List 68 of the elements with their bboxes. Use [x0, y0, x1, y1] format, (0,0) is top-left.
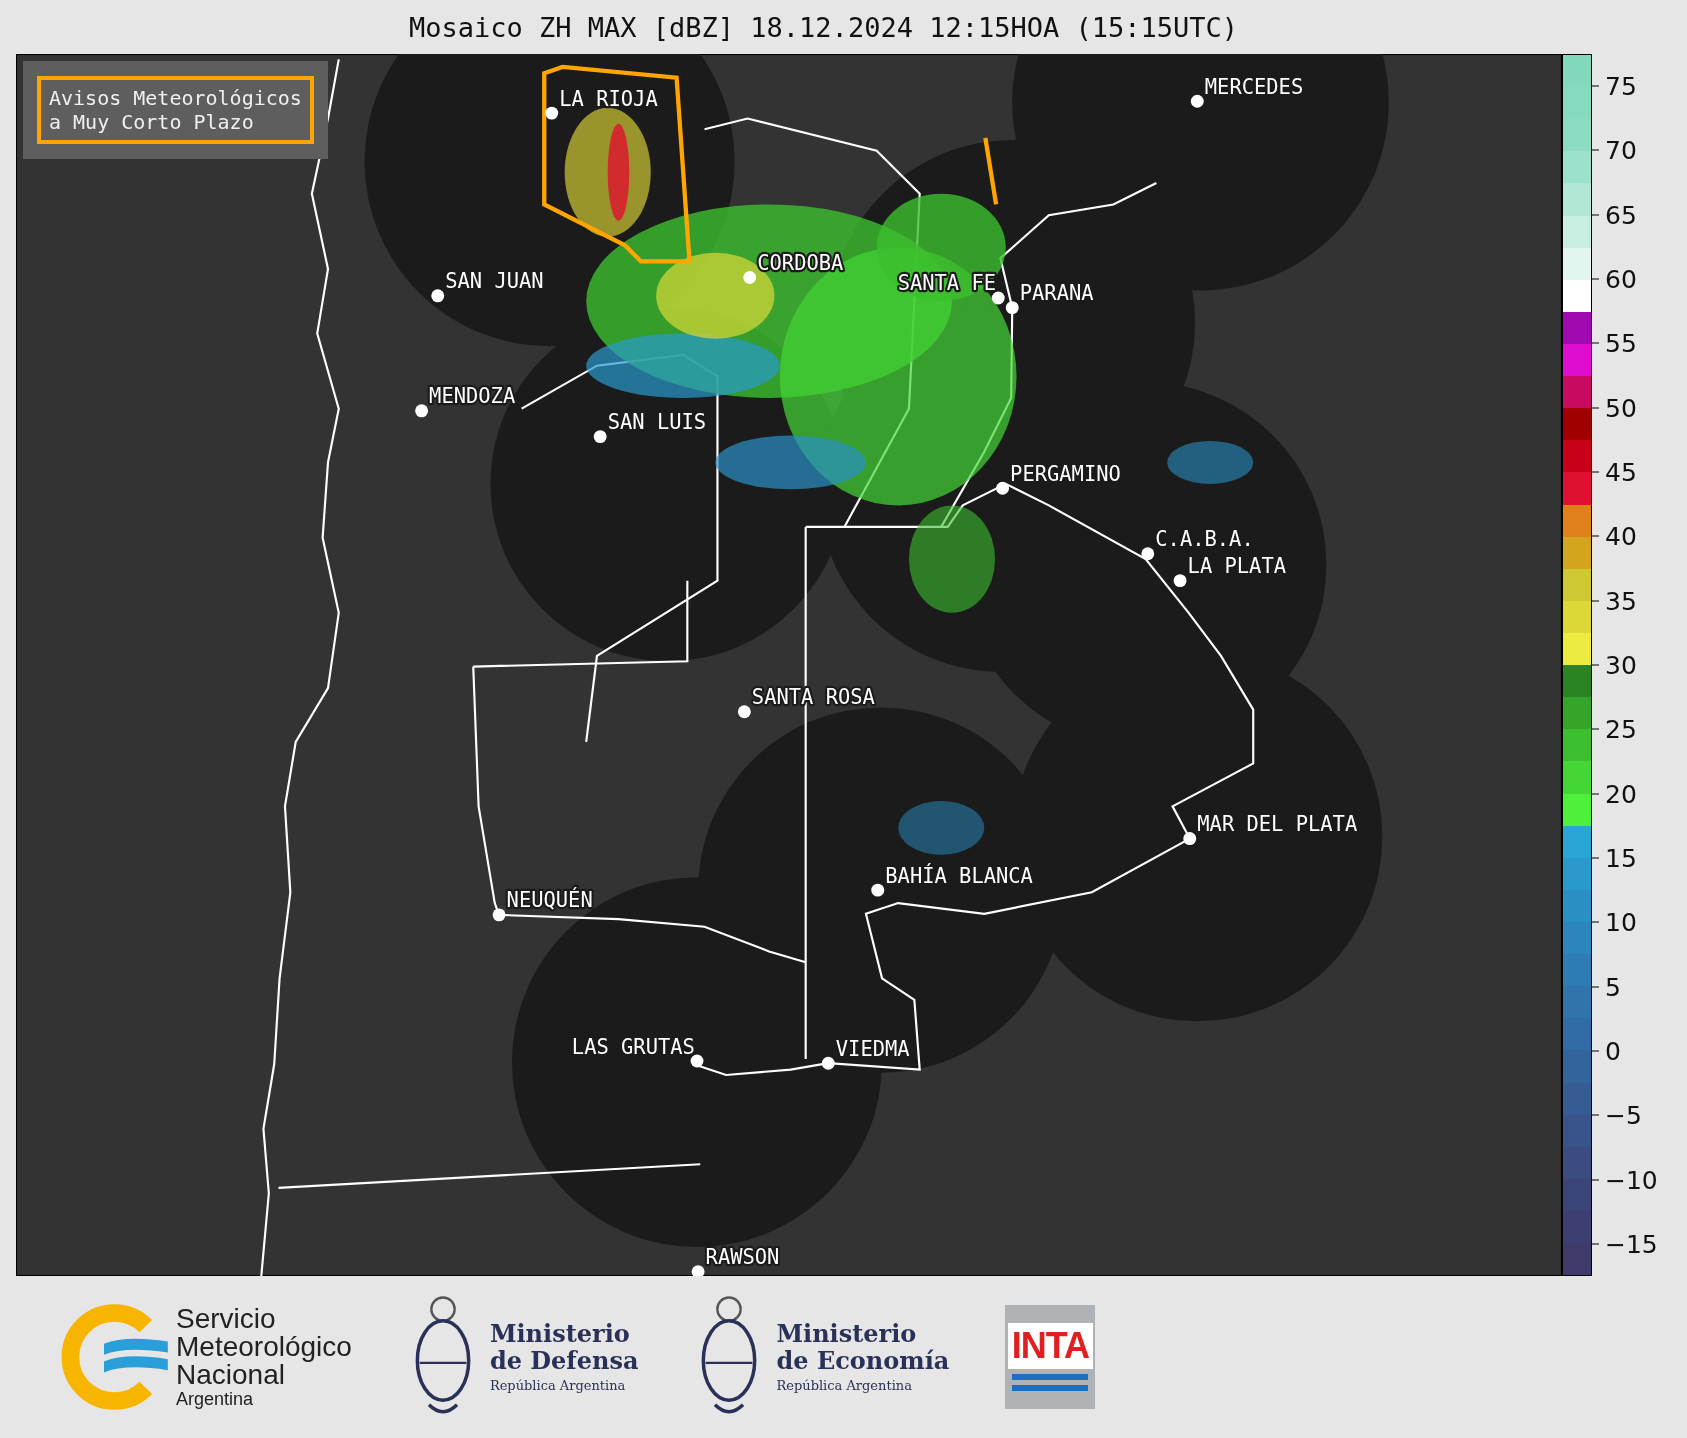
- tick-label: −15: [1605, 1229, 1658, 1259]
- agency-name: Servicio: [176, 1304, 277, 1333]
- city-marker: [1183, 832, 1197, 845]
- city-label: PERGAMINO: [1010, 461, 1121, 486]
- smn-logo-icon: [60, 1302, 170, 1412]
- country-label: República Argentina: [489, 1377, 627, 1393]
- city-marker: [871, 883, 885, 897]
- country-label: República Argentina: [776, 1377, 913, 1393]
- city-label: C.A.B.A.: [1155, 527, 1254, 552]
- city-label: MENDOZA: [429, 384, 516, 409]
- city-label: CORDOBA: [757, 251, 844, 275]
- city-label: LA PLATA: [1187, 554, 1287, 579]
- tick-label: −10: [1605, 1165, 1658, 1194]
- tick-label: 60: [1605, 264, 1637, 294]
- tick-label: 25: [1605, 714, 1637, 744]
- city-marker: [545, 106, 559, 120]
- agency-name: Meteorológico: [176, 1332, 352, 1361]
- city-marker: [743, 271, 757, 284]
- city-label: SAN JUAN: [445, 269, 544, 294]
- city-marker: [991, 291, 1005, 305]
- city-marker: [691, 1265, 705, 1276]
- tick-label: 30: [1605, 650, 1637, 680]
- inta-logo: INTA: [1005, 1305, 1096, 1409]
- tick-label: 40: [1605, 521, 1637, 551]
- ministry-name: Ministerio: [776, 1321, 918, 1348]
- city-marker: [431, 289, 445, 303]
- chart-title: Mosaico ZH MAX [dBZ] 18.12.2024 12:15HOA (15:15UTC): [408, 10, 1239, 45]
- tick-label: 35: [1605, 586, 1637, 616]
- tick-label: 20: [1605, 779, 1637, 809]
- city-marker: [821, 1056, 835, 1070]
- city-marker: [690, 1054, 704, 1068]
- tick-label: 45: [1605, 457, 1637, 487]
- ministry-name: de Economía: [776, 1347, 950, 1374]
- tick-label: 70: [1605, 135, 1637, 165]
- city-label: LA RIOJA: [559, 86, 658, 111]
- tick-label: 5: [1605, 972, 1621, 1002]
- country-label: Argentina: [176, 1388, 255, 1410]
- city-label: PARANA: [1019, 281, 1094, 306]
- city-label: MERCEDES: [1204, 74, 1304, 99]
- city-marker: [415, 404, 429, 418]
- city-label: MAR DEL PLATA: [1197, 812, 1358, 837]
- ministry-name: Ministerio: [489, 1321, 631, 1348]
- tick-label: 15: [1605, 843, 1637, 873]
- warning-legend: Avisos Meteorológicos a Muy Corto Plazo: [37, 76, 314, 144]
- tick-label: −5: [1605, 1100, 1642, 1130]
- city-marker: [996, 481, 1009, 495]
- ministry-name: de Defensa: [489, 1347, 639, 1374]
- city-label: NEUQUÉN: [506, 888, 593, 913]
- city-label: BAHÍA BLANCA: [885, 863, 1033, 888]
- tick-label: 10: [1605, 907, 1637, 937]
- tick-label: 0: [1605, 1036, 1621, 1066]
- city-marker: [1190, 94, 1204, 108]
- city-marker: [737, 705, 751, 719]
- tick-label: 55: [1605, 328, 1637, 358]
- city-marker: [1141, 547, 1155, 561]
- city-marker: [492, 908, 506, 922]
- city-label: RAWSON: [705, 1245, 780, 1270]
- warning-polygon: [983, 137, 999, 205]
- city-label: LAS GRUTAS: [571, 1034, 695, 1059]
- city-marker: [1005, 301, 1019, 315]
- tick-label: 75: [1605, 71, 1637, 101]
- tick-label: 65: [1605, 200, 1637, 230]
- city-marker: [593, 430, 607, 444]
- agency-name: Nacional: [176, 1360, 285, 1389]
- tick-label: 50: [1605, 393, 1637, 423]
- city-label: VIEDMA: [835, 1036, 910, 1061]
- city-marker: [1173, 574, 1187, 588]
- city-label: SAN LUIS: [607, 410, 707, 435]
